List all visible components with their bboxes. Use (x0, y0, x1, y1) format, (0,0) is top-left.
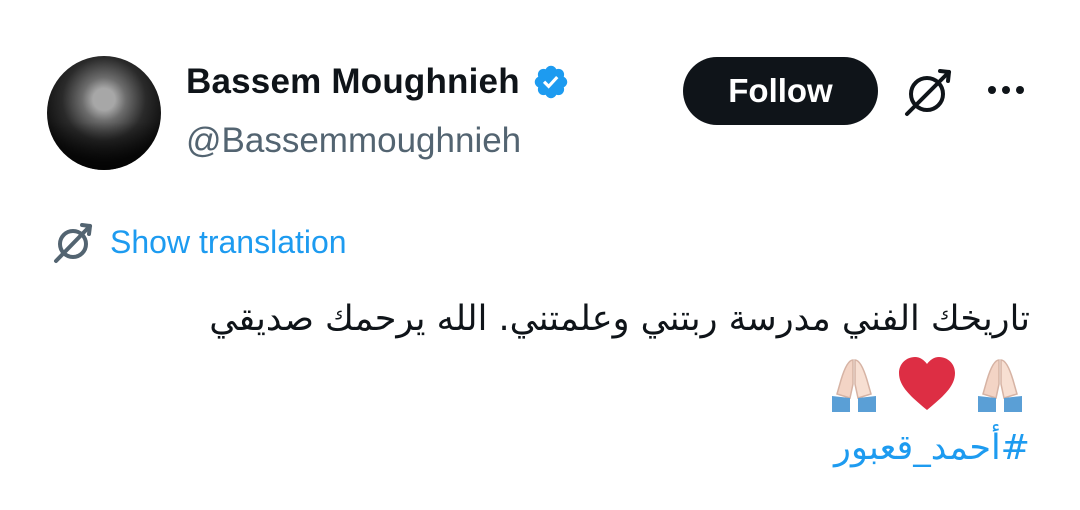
hashtag-link[interactable]: #أحمد_قعبور (834, 428, 1030, 468)
emoji-row (824, 354, 1030, 414)
folded-hands-icon (978, 359, 1022, 412)
more-icon[interactable] (984, 78, 1028, 102)
display-name[interactable]: Bassem Moughnieh (186, 62, 520, 102)
verified-badge-icon (534, 65, 568, 99)
grok-translate-icon (54, 223, 92, 263)
grok-icon[interactable] (900, 65, 954, 119)
tweet-text: تاريخك الفني مدرسة ربتني وعلمتني. الله ي… (209, 299, 1030, 339)
red-heart-icon (899, 357, 955, 410)
folded-hands-icon (832, 359, 876, 412)
follow-button[interactable]: Follow (683, 57, 878, 125)
show-translation-label[interactable]: Show translation (110, 224, 347, 261)
author-name-row: Bassem Moughnieh (186, 62, 570, 102)
author-handle[interactable]: @Bassemmoughnieh (186, 121, 521, 161)
avatar[interactable] (47, 56, 161, 170)
show-translation-link[interactable]: Show translation (50, 219, 347, 265)
